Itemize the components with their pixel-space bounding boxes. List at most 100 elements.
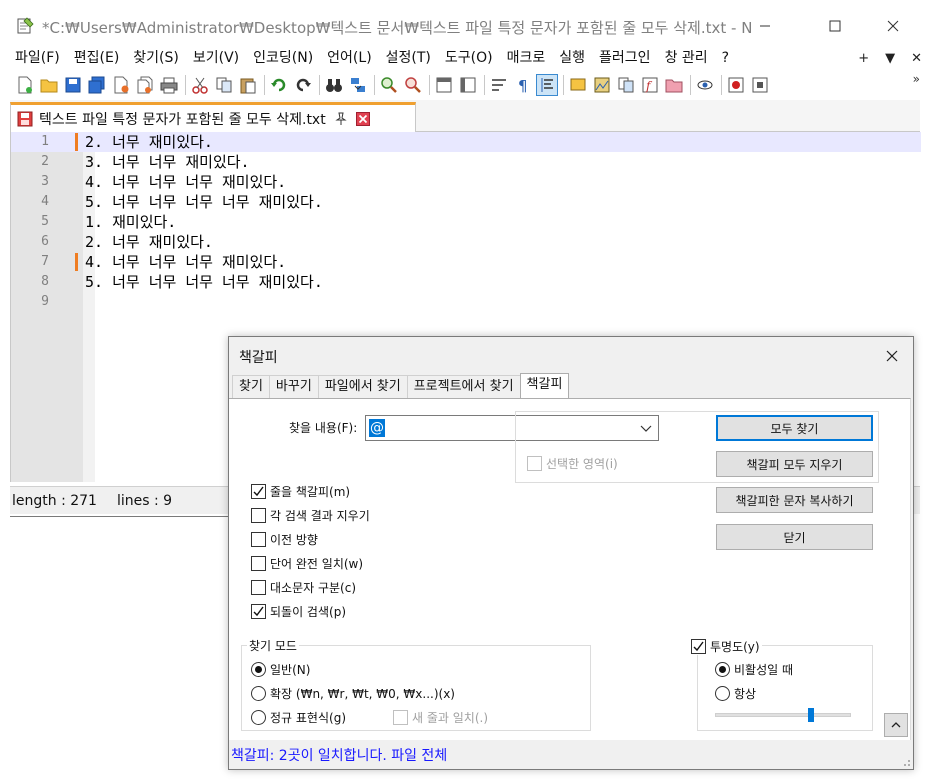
mode-extended-radio[interactable]: 확장 (₩n, ₩r, ₩t, ₩0, ₩x...)(x) (251, 685, 455, 702)
toolbar-separator (264, 75, 265, 95)
replace-button[interactable] (347, 74, 369, 96)
checkmark-icon (693, 641, 704, 652)
transparency-slider[interactable] (715, 708, 851, 722)
purge-checkbox[interactable]: 각 검색 결과 지우기 (251, 507, 370, 524)
copy-button[interactable] (213, 74, 235, 96)
slider-thumb[interactable] (808, 708, 814, 722)
editor-line[interactable]: 1 2. 너무 재미있다. (11, 132, 921, 152)
dialog-close-button[interactable] (881, 345, 903, 367)
cut-button[interactable] (189, 74, 211, 96)
stop-macro-button[interactable] (749, 74, 771, 96)
line-number: 7 (41, 254, 49, 269)
checkbox-box (251, 604, 266, 619)
indent-guide-button[interactable] (536, 74, 558, 96)
editor-line[interactable]: 6 2. 너무 재미있다. (11, 232, 921, 252)
menu-encoding[interactable]: 인코딩(N) (246, 46, 320, 70)
menu-macro[interactable]: 매크로 (500, 46, 553, 70)
line-text: 3. 너무 너무 재미있다. (85, 153, 250, 171)
menu-window[interactable]: 창 관리 (658, 46, 715, 70)
close-button[interactable]: 닫기 (716, 524, 873, 550)
menu-run[interactable]: 실행 (552, 46, 592, 70)
bookmark-marker[interactable] (75, 253, 78, 271)
record-macro-button[interactable] (725, 74, 747, 96)
copy-marked-text-button[interactable]: 책갈피한 문자 복사하기 (716, 487, 873, 513)
always-radio[interactable]: 항상 (715, 685, 756, 702)
tab-find-in-projects[interactable]: 프로젝트에서 찾기 (406, 375, 521, 399)
close-file-button[interactable] (110, 74, 132, 96)
bookmark-line-checkbox[interactable]: 줄을 책갈피(m) (251, 483, 350, 500)
word-wrap-button[interactable] (488, 74, 510, 96)
mode-normal-radio[interactable]: 일반(N) (251, 661, 310, 678)
editor-line[interactable]: 3 4. 너무 너무 너무 재미있다. (11, 172, 921, 192)
folder-open-icon (40, 79, 58, 93)
document-tab[interactable]: 텍스트 파일 특정 문자가 포함된 줄 모두 삭제.txt (10, 102, 416, 132)
add-tab-button[interactable]: + (858, 51, 869, 66)
pin-icon[interactable] (334, 112, 348, 126)
save-button[interactable] (62, 74, 84, 96)
open-file-button[interactable] (38, 74, 60, 96)
wrap-around-checkbox[interactable]: 되돌이 검색(p) (251, 603, 346, 620)
whole-word-checkbox[interactable]: 단어 완전 일치(w) (251, 555, 363, 572)
tab-close-icon[interactable] (355, 111, 370, 126)
menu-help[interactable]: ? (715, 46, 736, 70)
doc-map-button[interactable] (591, 74, 613, 96)
udl-button[interactable] (567, 74, 589, 96)
undo-button[interactable] (268, 74, 290, 96)
zoom-out-button[interactable] (402, 74, 424, 96)
on-lose-focus-radio[interactable]: 비활성일 때 (715, 661, 793, 678)
close-tab-button[interactable]: ✕ (911, 51, 922, 66)
toolbar: ¶ f » (0, 72, 930, 98)
backward-direction-checkbox[interactable]: 이전 방향 (251, 531, 318, 548)
pilcrow-icon: ¶ (518, 77, 528, 94)
mode-regex-radio[interactable]: 정규 표현식(g) (251, 709, 346, 726)
bookmark-marker[interactable] (75, 133, 78, 151)
find-button[interactable] (323, 74, 345, 96)
function-list-button[interactable]: f (639, 74, 661, 96)
menu-file[interactable]: 파일(F) (0, 46, 67, 70)
zoom-in-button[interactable] (378, 74, 400, 96)
editor-line[interactable]: 4 5. 너무 너무 너무 너무 재미있다. (11, 192, 921, 212)
paste-button[interactable] (237, 74, 259, 96)
tab-replace[interactable]: 바꾸기 (268, 375, 319, 399)
maximize-button[interactable] (812, 8, 858, 44)
dot-matches-newline-checkbox[interactable]: 새 줄과 일치(.) (393, 709, 488, 726)
tab-list-button[interactable]: ▼ (885, 51, 895, 66)
folder-workspace-button[interactable] (663, 74, 685, 96)
in-selection-checkbox[interactable]: 선택한 영역(i) (527, 455, 618, 472)
tab-find-in-files[interactable]: 파일에서 찾기 (317, 375, 408, 399)
editor-line[interactable]: 7 4. 너무 너무 너무 재미있다. (11, 252, 921, 272)
close-all-button[interactable] (134, 74, 156, 96)
tab-mark[interactable]: 책갈피 (519, 373, 570, 399)
menu-edit[interactable]: 편집(E) (67, 46, 127, 70)
sync-horizontal-button[interactable] (457, 74, 479, 96)
tab-find[interactable]: 찾기 (232, 375, 270, 399)
close-button[interactable] (870, 8, 916, 44)
monitoring-button[interactable] (694, 74, 716, 96)
show-all-chars-button[interactable]: ¶ (512, 74, 534, 96)
menu-view[interactable]: 보기(V) (186, 46, 246, 70)
editor-line[interactable]: 9 (11, 292, 921, 312)
find-all-button[interactable]: 모두 찾기 (716, 415, 873, 441)
clear-all-marks-button[interactable]: 책갈피 모두 지우기 (716, 451, 873, 477)
redo-button[interactable] (292, 74, 314, 96)
collapse-button[interactable] (884, 713, 908, 737)
menu-search[interactable]: 찾기(S) (126, 46, 186, 70)
editor-line[interactable]: 2 3. 너무 너무 재미있다. (11, 152, 921, 172)
menu-settings[interactable]: 설정(T) (379, 46, 438, 70)
toolbar-overflow-button[interactable]: » (913, 72, 920, 86)
resize-grip-icon[interactable] (901, 757, 911, 767)
transparency-checkbox[interactable]: 투명도(y) (691, 638, 762, 655)
minimize-button[interactable] (742, 8, 788, 44)
menu-language[interactable]: 언어(L) (320, 46, 378, 70)
line-text: 5. 너무 너무 너무 너무 재미있다. (85, 193, 323, 211)
sync-vertical-button[interactable] (433, 74, 455, 96)
menu-tools[interactable]: 도구(O) (438, 46, 500, 70)
editor-line[interactable]: 8 5. 너무 너무 너무 너무 재미있다. (11, 272, 921, 292)
editor-line[interactable]: 5 1. 재미있다. (11, 212, 921, 232)
match-case-checkbox[interactable]: 대소문자 구분(c) (251, 579, 356, 596)
new-file-button[interactable] (14, 74, 36, 96)
menu-plugins[interactable]: 플러그인 (592, 46, 658, 70)
save-all-button[interactable] (86, 74, 108, 96)
doc-list-button[interactable] (615, 74, 637, 96)
print-button[interactable] (158, 74, 180, 96)
